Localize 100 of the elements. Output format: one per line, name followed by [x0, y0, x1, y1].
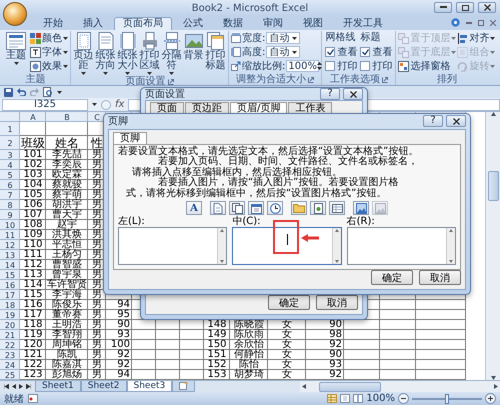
- scrollbar[interactable]: [332, 228, 341, 264]
- row-header[interactable]: 14: [0, 260, 20, 270]
- scrollbar-thumb[interactable]: [319, 382, 381, 392]
- ribbon-tab[interactable]: 视图: [294, 17, 332, 30]
- scrollbar-thumb[interactable]: [488, 171, 498, 201]
- row-header[interactable]: 6: [0, 180, 20, 190]
- table-cell: 男: [88, 200, 106, 210]
- checkbox[interactable]: [360, 61, 370, 71]
- scrollbar[interactable]: [300, 381, 500, 392]
- ribbon-button[interactable]: 选择窗格: [398, 59, 456, 73]
- checkbox[interactable]: [325, 47, 336, 57]
- row-header[interactable]: 22: [0, 340, 20, 350]
- ribbon-button[interactable]: 分隔符: [161, 31, 182, 76]
- table-cell: 122: [20, 360, 46, 370]
- row-header[interactable]: 1: [0, 122, 20, 136]
- ribbon-button[interactable]: 纸张大小: [117, 31, 138, 76]
- row-header[interactable]: 8: [0, 200, 20, 210]
- ribbon-button[interactable]: 背景: [183, 31, 204, 62]
- name-box[interactable]: I325: [2, 98, 88, 110]
- ribbon-tab[interactable]: 开始: [34, 17, 72, 30]
- checkbox[interactable]: [325, 61, 336, 71]
- toolbar-button[interactable]: A: [186, 201, 202, 215]
- insert-sheet-button[interactable]: [172, 381, 196, 392]
- ribbon-button[interactable]: 打印区域: [139, 31, 160, 76]
- ribbon-button[interactable]: 字体: [30, 45, 68, 59]
- close-button[interactable]: [446, 115, 466, 128]
- help-button[interactable]: ?: [320, 88, 340, 100]
- sheet-tab[interactable]: Sheet3: [126, 381, 172, 392]
- row-header[interactable]: 23: [0, 350, 20, 360]
- ribbon-button[interactable]: 打印标题: [205, 31, 226, 72]
- row-header[interactable]: 5: [0, 170, 20, 180]
- ok-button[interactable]: 确定: [371, 270, 413, 285]
- ribbon-tab[interactable]: 审阅: [254, 17, 292, 30]
- row-header[interactable]: 13: [0, 250, 20, 260]
- row-header[interactable]: 4: [0, 160, 20, 170]
- row-header[interactable]: 20: [0, 320, 20, 330]
- previous-sheet-icon: [12, 384, 16, 389]
- dialog-tab[interactable]: 页边距: [185, 102, 229, 114]
- help-button[interactable]: ?: [423, 115, 443, 128]
- table-cell: 男: [88, 340, 106, 350]
- row-header[interactable]: 19: [0, 310, 20, 320]
- close-button[interactable]: [478, 2, 496, 13]
- checkbox[interactable]: [360, 47, 370, 57]
- table-cell: 女: [268, 370, 306, 380]
- ribbon-tab[interactable]: 页面布局: [114, 17, 172, 30]
- scrollbar[interactable]: [217, 228, 226, 264]
- row-header[interactable]: 15: [0, 270, 20, 280]
- sheet-tab[interactable]: Sheet2: [80, 381, 126, 392]
- toolbar-button[interactable]: [267, 201, 283, 215]
- zoom-in-button[interactable]: [485, 393, 496, 404]
- row-header[interactable]: 18: [0, 300, 20, 310]
- row-header[interactable]: 9: [0, 210, 20, 220]
- slider-thumb[interactable]: [445, 394, 449, 404]
- row-header[interactable]: 11: [0, 230, 20, 240]
- column-header[interactable]: A: [20, 112, 46, 122]
- sheet-tab[interactable]: Sheet1: [35, 381, 81, 392]
- row-header[interactable]: 3: [0, 150, 20, 160]
- cancel-button[interactable]: 取消: [419, 270, 461, 285]
- close-button[interactable]: [343, 88, 363, 100]
- footer-section-field[interactable]: [118, 227, 228, 265]
- ribbon-button[interactable]: 颜色: [30, 31, 68, 45]
- row-header[interactable]: 10: [0, 220, 20, 230]
- zoom-out-button[interactable]: [398, 393, 409, 404]
- ribbon-button[interactable]: 页边距: [73, 31, 94, 76]
- row-header[interactable]: 7: [0, 190, 20, 200]
- maximize-button[interactable]: [456, 2, 474, 13]
- scale-spinner[interactable]: 100%: [286, 60, 320, 72]
- ribbon-tab[interactable]: 开发工具: [334, 17, 392, 30]
- scrollbar[interactable]: [446, 228, 455, 264]
- dialog-tab[interactable]: 页面: [150, 102, 184, 114]
- ribbon-tab[interactable]: 数据: [214, 17, 252, 30]
- row-header[interactable]: 17: [0, 290, 20, 300]
- ribbon-button[interactable]: 效果: [30, 59, 68, 73]
- scrollbar[interactable]: [485, 112, 500, 380]
- ribbon-tab[interactable]: 公式: [174, 17, 212, 30]
- column-header[interactable]: C: [88, 112, 106, 122]
- width-dropdown[interactable]: 自动: [266, 32, 300, 44]
- dialog-tab[interactable]: 工作表: [288, 102, 332, 114]
- cancel-button[interactable]: 取消: [316, 295, 358, 310]
- dialog-tab[interactable]: 页眉/页脚: [230, 102, 288, 114]
- office-button[interactable]: [3, 2, 27, 26]
- row-header[interactable]: 25: [0, 370, 20, 380]
- row-header[interactable]: 24: [0, 360, 20, 370]
- page-icon: [98, 32, 114, 50]
- row-header[interactable]: 21: [0, 330, 20, 340]
- ribbon-button[interactable]: 主题: [3, 31, 29, 66]
- ribbon-button[interactable]: 对齐: [457, 31, 496, 45]
- row-header[interactable]: 12: [0, 240, 20, 250]
- height-dropdown[interactable]: 自动: [266, 46, 300, 58]
- column-header[interactable]: B: [46, 112, 88, 122]
- ribbon-button[interactable]: 纸张方向: [95, 31, 116, 76]
- ribbon-tab[interactable]: 插入: [74, 17, 112, 30]
- dialog-tab[interactable]: 页脚: [113, 132, 147, 144]
- footer-section-field[interactable]: [346, 227, 456, 265]
- row-header[interactable]: 2: [0, 136, 20, 150]
- footer-section-field[interactable]: [232, 227, 342, 265]
- row-header[interactable]: 16: [0, 280, 20, 290]
- minimize-button[interactable]: [434, 2, 452, 13]
- width-icon: [231, 33, 241, 43]
- ok-button[interactable]: 确定: [268, 295, 310, 310]
